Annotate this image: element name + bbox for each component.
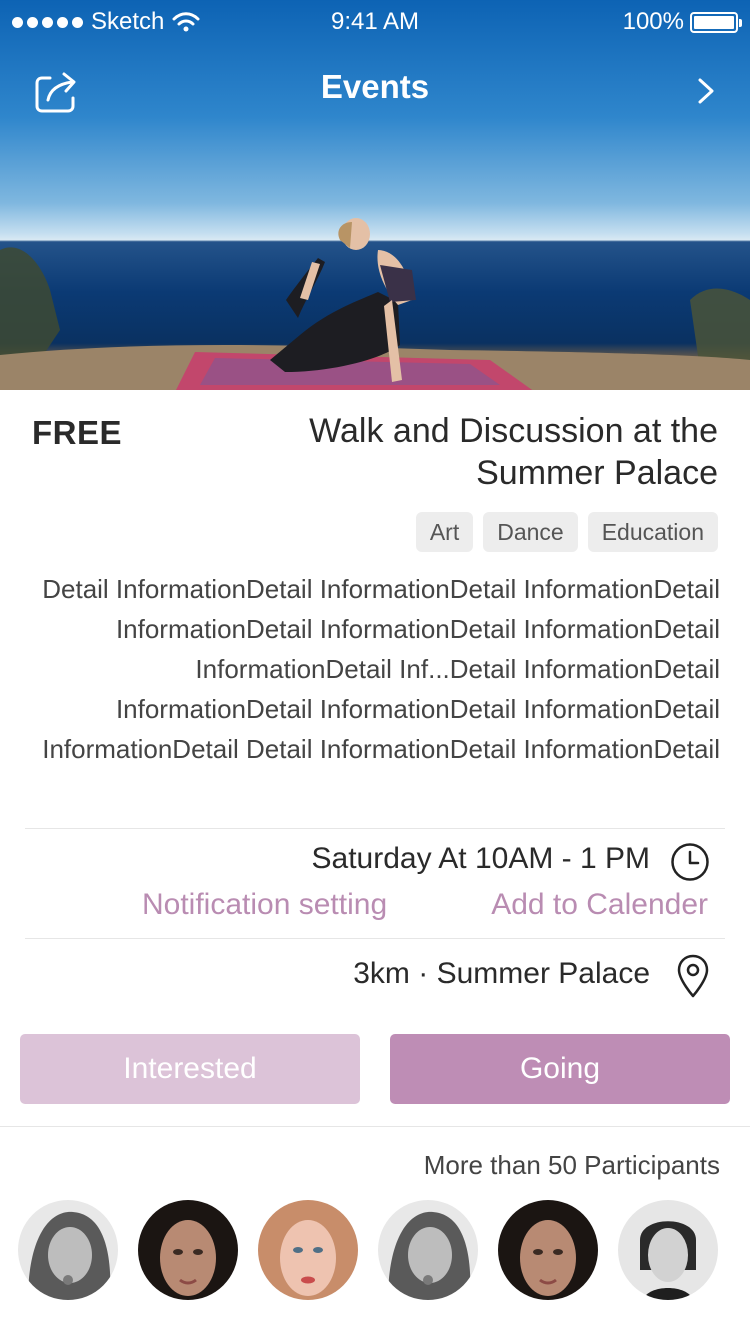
tag-education[interactable]: Education (587, 512, 718, 552)
avatar[interactable] (18, 1200, 118, 1300)
avatar[interactable] (258, 1200, 358, 1300)
participants-count: More than 50 Participants (423, 1150, 720, 1180)
interested-button[interactable]: Interested (20, 1034, 360, 1104)
hero-image: Sketch 9:41 AM 100% Events (0, 0, 750, 390)
event-time: Saturday At 10AM - 1 PM (311, 842, 650, 875)
tag-art[interactable]: Art (415, 512, 474, 552)
chevron-right-icon[interactable] (696, 76, 718, 106)
divider (25, 828, 725, 829)
notification-setting-link[interactable]: Notification setting (142, 888, 387, 922)
avatar[interactable] (378, 1200, 478, 1300)
location-pin-icon (677, 954, 709, 998)
tag-list: Art Dance Education (415, 512, 718, 552)
tag-dance[interactable]: Dance (483, 512, 578, 552)
hero-photo (0, 218, 750, 390)
event-location: 3km · Summer Palace (353, 957, 650, 990)
clock-icon (671, 843, 709, 881)
event-price: FREE (32, 414, 123, 451)
divider (0, 1126, 750, 1127)
going-button[interactable]: Going (390, 1034, 730, 1104)
page-title: Events (320, 68, 430, 105)
battery-icon (690, 11, 742, 33)
divider (25, 938, 725, 939)
event-detail-text: Detail InformationDetail InformationDeta… (42, 574, 720, 764)
event-title: Walk and Discussion at the Summer Palace (309, 412, 718, 492)
avatar[interactable] (498, 1200, 598, 1300)
add-to-calendar-link[interactable]: Add to Calender (491, 888, 708, 922)
participant-avatars (18, 1200, 732, 1304)
status-bar: Sketch 9:41 AM 100% (0, 0, 750, 44)
status-right: 100% (622, 8, 742, 36)
nav-bar: Events (0, 60, 750, 120)
avatar[interactable] (138, 1200, 238, 1300)
avatar[interactable] (618, 1200, 718, 1300)
battery-percent: 100% (622, 8, 684, 35)
